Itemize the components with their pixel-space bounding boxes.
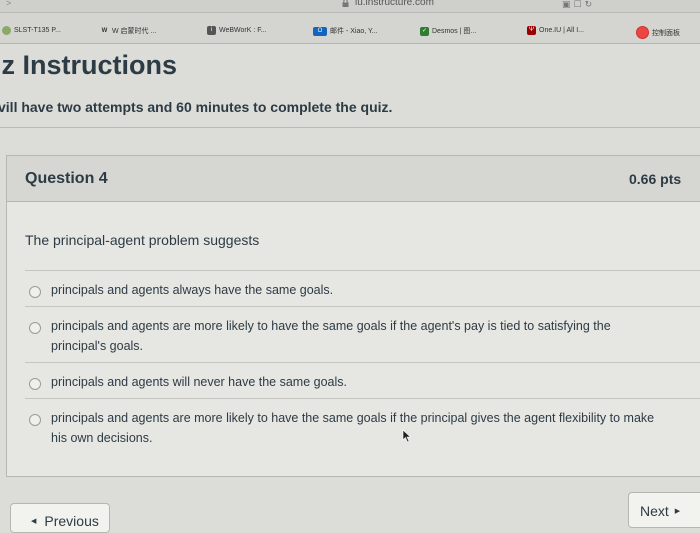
radio-button[interactable] xyxy=(29,378,41,390)
answer-label: principals and agents always have the sa… xyxy=(51,283,334,297)
radio-button[interactable] xyxy=(29,414,41,426)
caret-right-icon: ▶ xyxy=(674,508,681,515)
question-points: 0.66 pts xyxy=(629,171,682,187)
divider xyxy=(25,362,700,363)
gear-icon xyxy=(636,26,649,39)
divider xyxy=(25,398,700,399)
quiz-instructions: vill have two attempts and 60 minutes to… xyxy=(0,99,393,115)
bookmark-item[interactable]: W W 启蒙时代 ... xyxy=(100,26,157,36)
divider xyxy=(25,270,700,271)
lock-icon xyxy=(342,0,349,7)
answer-option[interactable]: principals and agents are more likely to… xyxy=(29,411,669,448)
divider xyxy=(25,306,700,307)
bookmark-item[interactable]: i WeBWorK : F... xyxy=(207,26,267,35)
question-card: Question 4 0.66 pts The principal-agent … xyxy=(6,155,700,477)
next-button[interactable]: Next ▶ xyxy=(628,492,700,528)
bookmark-item[interactable]: ✓ Desmos | 图... xyxy=(420,26,476,36)
radio-button[interactable] xyxy=(29,286,41,298)
divider xyxy=(0,127,700,128)
radio-button[interactable] xyxy=(29,322,41,334)
bookmarks-bar: SLST-T135 P... W W 启蒙时代 ... i WeBWorK : … xyxy=(0,13,700,44)
caret-left-icon: ◀ xyxy=(31,518,37,525)
answer-label: principals and agents are more likely to… xyxy=(51,411,655,445)
bookmark-item[interactable]: O 邮件 - Xiao, Y... xyxy=(313,26,378,36)
browser-toolbar-icons[interactable]: ▣☐↻ xyxy=(562,0,595,10)
bookmark-item[interactable]: 控制面板 xyxy=(636,26,680,39)
question-title: Question 4 xyxy=(25,170,108,187)
desmos-icon: ✓ xyxy=(420,26,429,36)
next-label: Next xyxy=(640,503,669,519)
bookmark-label: 控制面板 xyxy=(652,29,680,37)
bookmark-label: W 启蒙时代 ... xyxy=(112,28,157,35)
answer-option[interactable]: principals and agents always have the sa… xyxy=(29,283,669,300)
bookmark-label: WeBWorK : F... xyxy=(219,27,267,34)
bookmark-item[interactable]: SLST-T135 P... xyxy=(2,26,61,35)
bookmark-label: 邮件 - Xiao, Y... xyxy=(330,28,378,35)
page-title: iz Instructions xyxy=(0,50,178,80)
question-header: Question 4 0.66 pts xyxy=(7,156,700,202)
bookmark-label: One.IU | All I... xyxy=(539,27,585,34)
answer-label: principals and agents will never have th… xyxy=(51,375,348,389)
wikipedia-icon: W xyxy=(101,27,108,34)
bookmark-item[interactable]: Ψ One.IU | All I... xyxy=(527,26,584,35)
previous-label: Previous xyxy=(44,513,99,529)
answer-option[interactable]: principals and agents are more likely to… xyxy=(29,319,669,356)
url-text: iu.instructure.com xyxy=(355,0,434,8)
mouse-cursor-icon xyxy=(402,429,412,443)
globe-icon xyxy=(2,26,11,35)
url-bar[interactable]: > iu.instructure.com ▣☐↻ xyxy=(0,0,700,13)
answer-label: principals and agents are more likely to… xyxy=(51,319,611,353)
webwork-icon: i xyxy=(207,26,216,35)
iu-trident-icon: Ψ xyxy=(527,26,536,35)
previous-button[interactable]: ◀ Previous xyxy=(10,503,110,533)
question-text: The principal-agent problem suggests xyxy=(25,232,260,248)
outlook-icon: O xyxy=(313,26,327,36)
answer-option[interactable]: principals and agents will never have th… xyxy=(29,375,669,392)
bookmark-label: Desmos | 图... xyxy=(432,28,477,35)
chevron-right-icon[interactable]: > xyxy=(6,0,11,8)
bookmark-label: SLST-T135 P... xyxy=(14,27,61,34)
